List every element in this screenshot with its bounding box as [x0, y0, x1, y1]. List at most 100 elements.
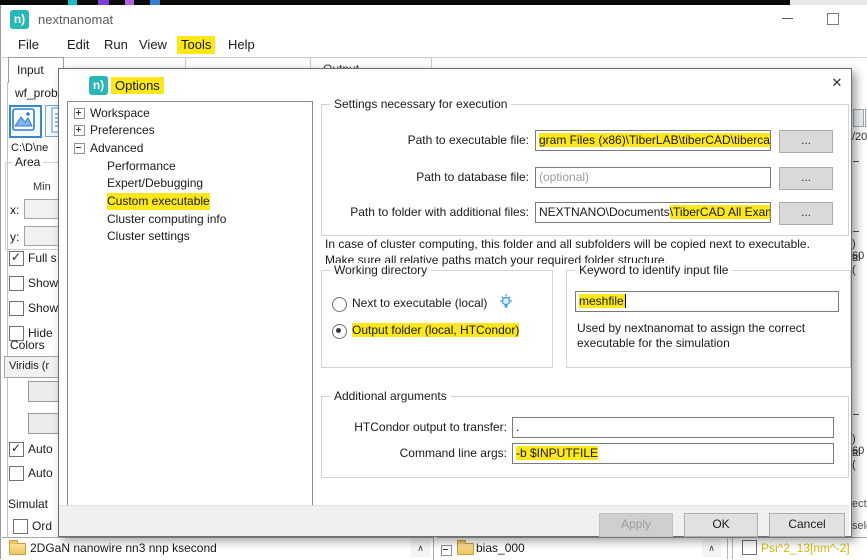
htcondor-output-label: HTCondor output to transfer:	[322, 420, 507, 434]
additional-arguments-group: Additional arguments HTCondor output to …	[321, 396, 849, 478]
tree-item-label: Cluster settings	[107, 228, 190, 245]
edge-fragment-text: al (	[852, 447, 867, 471]
settings-panel: Settings necessary for execution Path to…	[321, 101, 851, 506]
browse-exec-button[interactable]: ...	[779, 130, 833, 153]
tree-collapse-icon[interactable]	[441, 545, 452, 556]
minimize-icon	[782, 18, 793, 19]
ok-button[interactable]: OK	[684, 513, 758, 537]
keyword-value: meshfile	[579, 294, 626, 308]
show-label-2: Show	[28, 301, 58, 315]
additional-files-input[interactable]: NEXTNANO\Documents\TiberCAD All Examples	[535, 202, 771, 223]
command-line-args-label: Command line args:	[322, 446, 507, 460]
y-label: y:	[10, 230, 19, 244]
expand-icon[interactable]	[74, 125, 85, 136]
tree-item-label: Preferences	[90, 122, 155, 139]
radio-label[interactable]: Next to executable (local)	[352, 296, 487, 310]
auto-label-1: Auto	[28, 442, 53, 456]
current-path-label: C:\D\ne	[11, 142, 48, 154]
sliver-dot-teal	[68, 0, 77, 5]
sliver-right-strip	[790, 0, 867, 5]
cancel-button[interactable]: Cancel	[769, 513, 845, 537]
menu-file[interactable]: File	[14, 36, 43, 54]
min-column-header: Min	[33, 181, 51, 193]
folder-icon	[9, 543, 26, 555]
image-icon	[11, 107, 36, 132]
maximize-button[interactable]	[817, 8, 847, 28]
colors-group-title: Colors	[10, 338, 45, 352]
keyword-group: Keyword to identify input file meshfile …	[566, 270, 851, 368]
full-range-checkbox[interactable]	[9, 251, 24, 266]
edge-fragment-text: al (	[852, 252, 867, 276]
window-title: nextnanomat	[38, 12, 113, 27]
show-checkbox-2[interactable]	[9, 301, 24, 316]
browse-folder-button[interactable]: ...	[779, 202, 833, 225]
tree-item-label: Custom executable	[107, 193, 210, 210]
panel-splitter-line	[7, 82, 8, 559]
command-line-args-value: -b $INPUTFILE	[516, 446, 598, 460]
command-line-args-input[interactable]: -b $INPUTFILE	[512, 443, 834, 464]
menu-view[interactable]: View	[135, 36, 171, 54]
auto-checkbox-1[interactable]	[9, 442, 24, 457]
tree-item-label: Workspace	[90, 105, 150, 122]
background-app-sliver	[0, 0, 867, 5]
auto-checkbox-2[interactable]	[9, 466, 24, 481]
scroll-up-button-left[interactable]: ∧	[411, 539, 430, 557]
menu-tools[interactable]: Tools	[177, 36, 215, 54]
screen: { "window": { "title": "nextnanomat" }, …	[0, 0, 867, 559]
folder-item-left[interactable]: 2DGaN nanowire nn3 nnp ksecond	[30, 541, 217, 555]
folder-item-right[interactable]: bias_000	[476, 541, 525, 555]
order-checkbox[interactable]	[13, 519, 28, 534]
psi-dataset-label[interactable]: Psi^2_13[nm^-2]	[761, 541, 850, 555]
psi-checkbox[interactable]	[742, 540, 757, 555]
axis-tick-fragment	[853, 231, 859, 232]
maximize-icon	[827, 13, 839, 25]
bottom-splitter-line	[727, 537, 728, 559]
cluster-note-line1: In case of cluster computing, this folde…	[325, 237, 810, 251]
exec-path-input[interactable]: gram Files (x86)\TiberLAB\tiberCAD\tiber…	[535, 130, 771, 151]
color-swatch-1[interactable]	[28, 381, 62, 402]
folder-icon	[457, 543, 474, 555]
keyword-input[interactable]: meshfile	[575, 291, 839, 312]
full-range-label: Full s	[28, 251, 57, 265]
folder-path-plain: NEXTNANO\Documents	[539, 205, 670, 219]
simulation-label: Simulat	[8, 497, 48, 511]
minimize-button[interactable]	[772, 8, 802, 28]
file-tab-label[interactable]: wf_prob	[15, 86, 58, 100]
menu-edit[interactable]: Edit	[63, 36, 93, 54]
additional-files-label: Path to folder with additional files:	[322, 205, 529, 219]
scroll-up-button-right[interactable]: ∧	[702, 539, 721, 557]
dialog-title: Options	[111, 77, 164, 94]
options-dialog: n) Options Workspace Preferences Advance…	[58, 68, 852, 537]
radio-label[interactable]: Output folder (local, HTCondor)	[352, 323, 519, 337]
browse-database-button[interactable]: ...	[779, 167, 833, 190]
sliver-dot-blue	[150, 0, 160, 5]
expand-icon[interactable]	[74, 108, 85, 119]
database-path-row: Path to database file: (optional) ...	[322, 167, 848, 189]
menu-run[interactable]: Run	[100, 36, 132, 54]
show-checkbox-1[interactable]	[9, 276, 24, 291]
database-path-input[interactable]: (optional)	[535, 167, 771, 188]
show-label-1: Show	[28, 276, 58, 290]
tree-item-label: Cluster computing info	[107, 211, 226, 228]
collapse-icon[interactable]	[74, 143, 85, 154]
working-directory-group: Working directory Next to executable (lo…	[321, 270, 553, 368]
menu-bar: File Edit Run View Tools Help	[0, 34, 867, 56]
radio-next-to-executable[interactable]	[332, 297, 347, 312]
group-title: Working directory	[330, 263, 431, 277]
menu-help[interactable]: Help	[224, 36, 259, 54]
additional-files-row: Path to folder with additional files: NE…	[322, 202, 848, 224]
tab-input[interactable]: Input	[8, 57, 64, 83]
radio-output-folder[interactable]	[332, 324, 347, 339]
lightbulb-icon	[498, 293, 514, 316]
axis-tick-fragment	[853, 414, 859, 415]
group-title: Keyword to identify input file	[575, 263, 732, 277]
close-icon[interactable]	[823, 71, 851, 95]
colormap-dropdown[interactable]: Viridis (r	[4, 356, 66, 378]
tree-item-label: Expert/Debugging	[107, 175, 203, 192]
plot-view-button[interactable]	[9, 105, 42, 138]
htcondor-output-input[interactable]: .	[512, 417, 834, 438]
tab-input-label: Input	[9, 58, 63, 77]
color-swatch-2[interactable]	[28, 413, 62, 434]
apply-button: Apply	[599, 513, 673, 537]
window-left-edge	[0, 5, 1, 559]
